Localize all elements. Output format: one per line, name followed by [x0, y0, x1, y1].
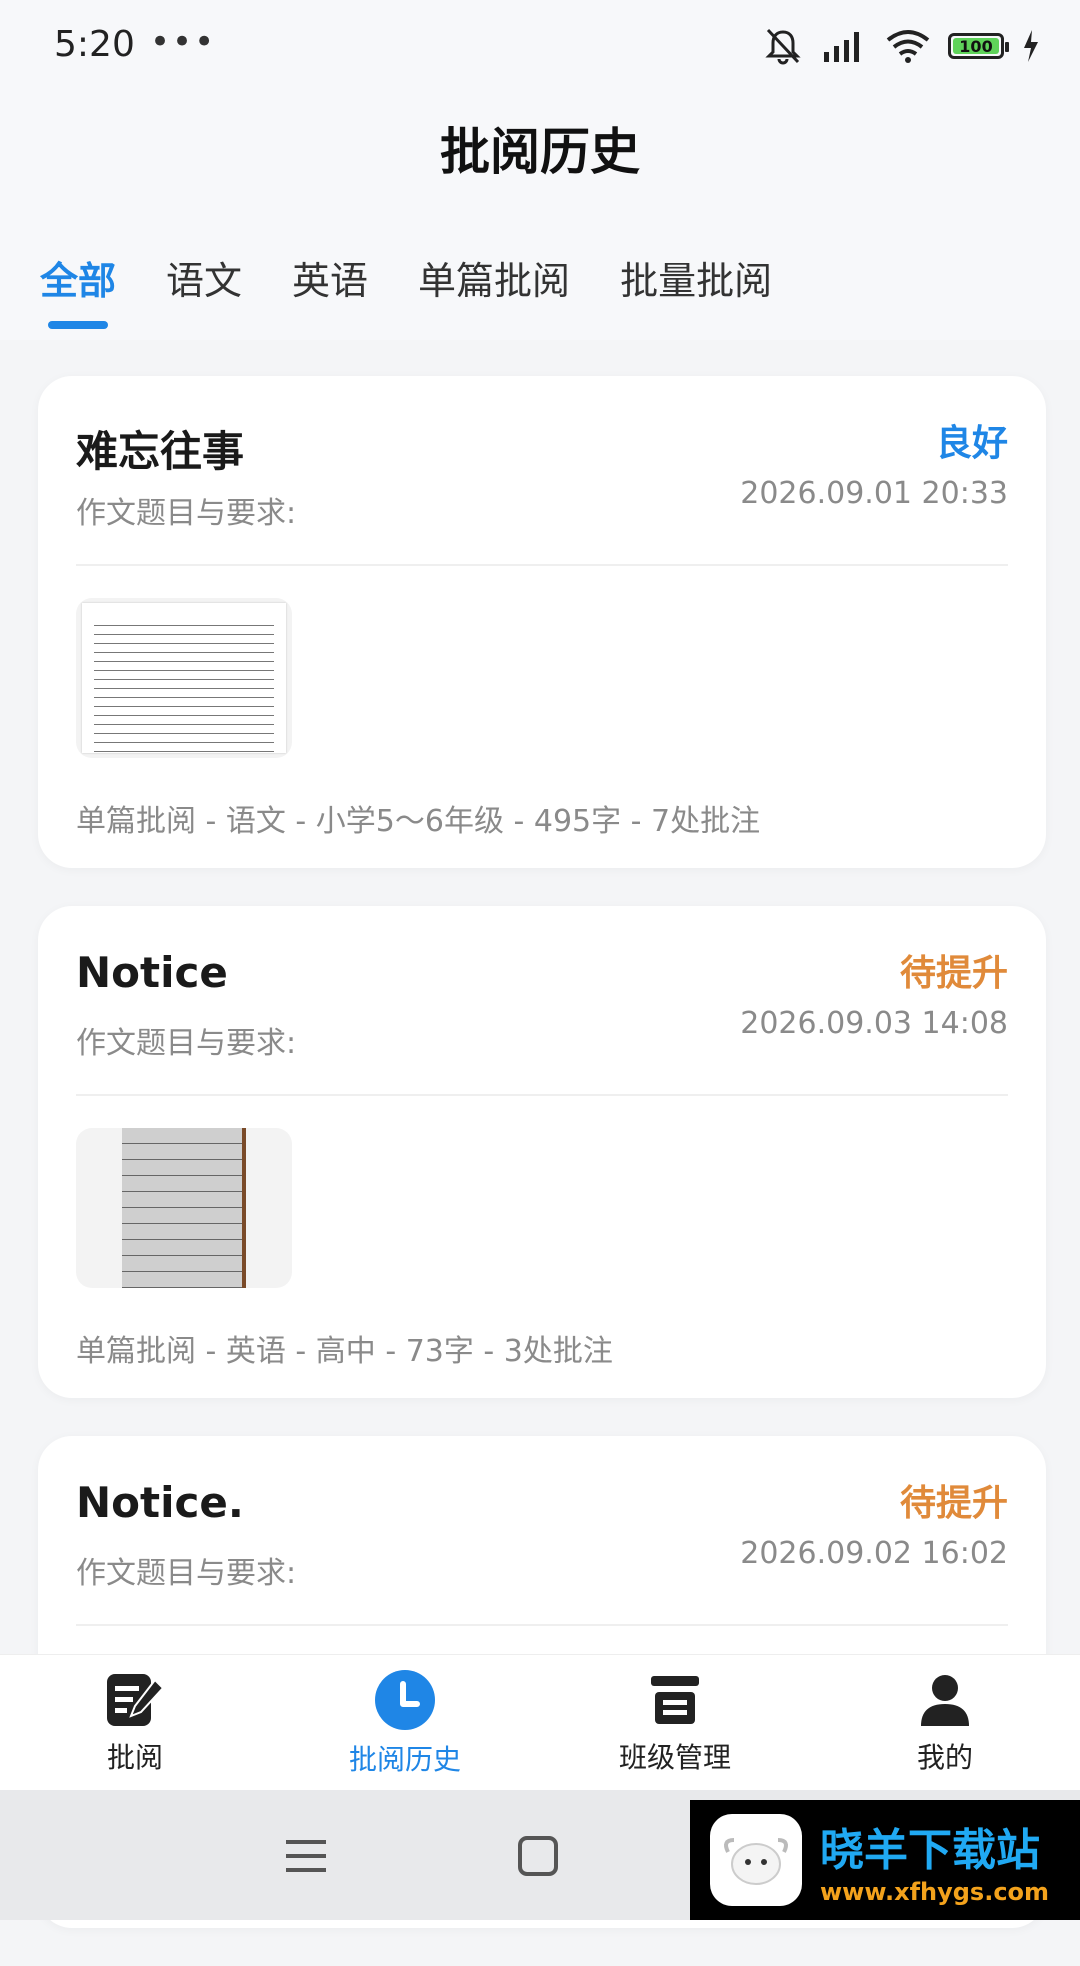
grade-badge: 待提升: [899, 953, 1008, 994]
nav-history[interactable]: 批阅历史: [270, 1655, 540, 1791]
handwritten-essay-image: [122, 1128, 246, 1288]
user-icon: [921, 1675, 969, 1726]
essay-title: Notice.: [76, 1478, 244, 1527]
nav-label: 批阅: [106, 1741, 163, 1774]
nav-profile[interactable]: 我的: [810, 1655, 1080, 1791]
card-meta: 单篇批阅 - 语文 - 小学5～6年级 - 495字 - 7处批注: [76, 804, 761, 839]
edit-document-icon: [107, 1674, 165, 1726]
watermark-text: 晓羊下载站 www.xfhygs.com: [820, 1814, 1049, 1906]
page-header: 批阅历史 全部 语文 英语 单篇批阅 批量批阅: [0, 100, 1080, 340]
requirement-label: 作文题目与要求:: [76, 1556, 297, 1591]
nav-class-management[interactable]: 班级管理: [540, 1655, 810, 1791]
review-date: 2026.09.03 14:08: [740, 1006, 1008, 1041]
status-more-dots: •••: [150, 22, 217, 62]
signal-icon: [824, 32, 859, 62]
charging-bolt-icon: [1024, 30, 1038, 62]
sheep-logo-icon: [710, 1814, 802, 1906]
requirement-label: 作文题目与要求:: [76, 1026, 297, 1061]
divider: [76, 564, 1008, 566]
history-card[interactable]: 难忘往事 良好 作文题目与要求: 2026.09.01 20:33 单篇批阅 -…: [38, 376, 1046, 868]
essay-thumbnail[interactable]: [76, 1128, 292, 1288]
tab-single-review[interactable]: 单篇批阅: [418, 250, 570, 329]
tab-batch-review[interactable]: 批量批阅: [620, 250, 772, 329]
status-icons: 100: [764, 26, 1040, 66]
bottom-nav: 批阅 批阅历史 班级管理 我的: [0, 1654, 1080, 1791]
grade-badge: 良好: [935, 423, 1008, 464]
battery-icon: 100: [948, 33, 1009, 59]
home-icon[interactable]: [516, 1834, 560, 1878]
status-time: 5:20: [54, 24, 135, 65]
grade-badge: 待提升: [899, 1483, 1008, 1524]
card-meta: 单篇批阅 - 英语 - 高中 - 73字 - 3处批注: [76, 1334, 613, 1369]
essay-title: Notice: [76, 948, 228, 997]
divider: [76, 1094, 1008, 1096]
nav-label: 批阅历史: [348, 1743, 461, 1776]
clock-icon: [375, 1670, 435, 1730]
nav-review[interactable]: 批阅: [0, 1655, 270, 1791]
watermark-url: www.xfhygs.com: [820, 1878, 1050, 1906]
tab-chinese[interactable]: 语文: [166, 250, 242, 329]
battery-level: 100: [959, 36, 993, 56]
wifi-icon: [886, 30, 930, 63]
menu-icon[interactable]: [284, 1836, 328, 1876]
printed-essay-image: [82, 603, 286, 753]
status-bar: 5:20 ••• 100: [0, 0, 1080, 100]
mute-bell-icon: [765, 28, 801, 65]
tab-english[interactable]: 英语: [292, 250, 368, 329]
watermark: 晓羊下载站 www.xfhygs.com: [690, 1800, 1080, 1920]
nav-label: 我的: [916, 1741, 973, 1774]
essay-title: 难忘往事: [76, 427, 245, 476]
watermark-title: 晓羊下载站: [820, 1825, 1040, 1876]
class-icon: [651, 1676, 699, 1724]
requirement-label: 作文题目与要求:: [76, 496, 297, 531]
nav-label: 班级管理: [618, 1741, 731, 1774]
essay-thumbnail[interactable]: [76, 598, 292, 758]
tab-all[interactable]: 全部: [40, 250, 116, 329]
filter-tabs: 全部 语文 英语 单篇批阅 批量批阅: [40, 250, 772, 329]
page-title: 批阅历史: [440, 123, 640, 181]
review-date: 2026.09.02 16:02: [740, 1536, 1008, 1571]
review-date: 2026.09.01 20:33: [740, 476, 1008, 511]
history-card[interactable]: Notice 待提升 作文题目与要求: 2026.09.03 14:08 单篇批…: [38, 906, 1046, 1398]
divider: [76, 1624, 1008, 1626]
